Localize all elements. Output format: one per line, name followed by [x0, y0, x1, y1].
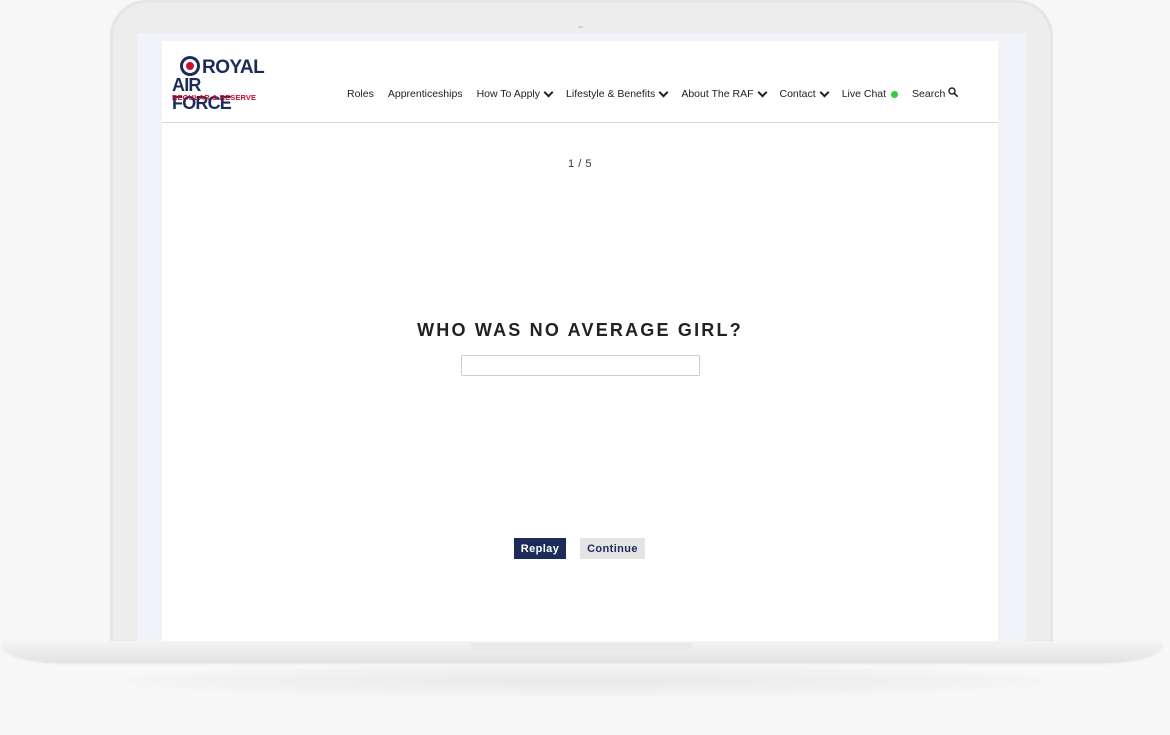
main-nav: Roles Apprenticeships How To Apply Lifes…	[347, 86, 959, 102]
search-icon	[948, 87, 959, 97]
chevron-down-icon	[757, 87, 767, 97]
laptop-mockup: ROYAL AIR FORCE REGULAR & RESERVE Roles …	[0, 0, 1170, 735]
nav-item-contact[interactable]: Contact	[779, 87, 830, 100]
nav-item-label: Search	[912, 88, 946, 100]
laptop-shadow	[110, 664, 1060, 698]
answer-input[interactable]	[461, 355, 700, 376]
nav-item-search[interactable]: Search	[912, 87, 959, 100]
chevron-down-icon	[819, 87, 830, 97]
nav-item-label: Apprenticeships	[387, 88, 463, 100]
chevron-down-icon	[658, 87, 669, 97]
nav-item-live-chat[interactable]: Live Chat	[841, 88, 899, 100]
nav-item-label: Contact	[779, 88, 816, 100]
nav-item-how-to-apply[interactable]: How To Apply	[476, 87, 554, 100]
camera-icon	[578, 26, 583, 28]
nav-item-about-the-raf[interactable]: About The RAF	[681, 87, 767, 100]
question-progress: 1 / 5	[568, 158, 592, 170]
logo-text-regular-reserve: REGULAR & RESERVE	[172, 93, 257, 102]
question-title: WHO WAS NO AVERAGE GIRL?	[417, 320, 743, 340]
raf-logo[interactable]: ROYAL AIR FORCE REGULAR & RESERVE	[171, 55, 265, 112]
nav-item-apprenticeships[interactable]: Apprenticeships	[388, 88, 463, 100]
replay-button[interactable]: Replay	[514, 538, 566, 559]
logo-text-royal: ROYAL	[202, 57, 265, 78]
laptop-base-notch	[470, 643, 692, 651]
roundel-icon	[180, 56, 200, 76]
chevron-down-icon	[543, 87, 554, 97]
nav-item-lifestyle-benefits[interactable]: Lifestyle & Benefits	[566, 87, 669, 100]
nav-item-label: Lifestyle & Benefits	[566, 88, 656, 100]
nav-item-label: Live Chat	[841, 88, 887, 100]
continue-button[interactable]: Continue	[580, 538, 645, 559]
nav-item-label: Roles	[347, 88, 374, 100]
nav-item-roles[interactable]: Roles	[347, 88, 374, 100]
nav-item-label: About The RAF	[681, 88, 754, 100]
nav-item-label: How To Apply	[476, 88, 541, 100]
browser-viewport: ROYAL AIR FORCE REGULAR & RESERVE Roles …	[162, 41, 998, 643]
status-dot-icon	[891, 90, 899, 98]
site-header: ROYAL AIR FORCE REGULAR & RESERVE Roles …	[162, 41, 998, 123]
